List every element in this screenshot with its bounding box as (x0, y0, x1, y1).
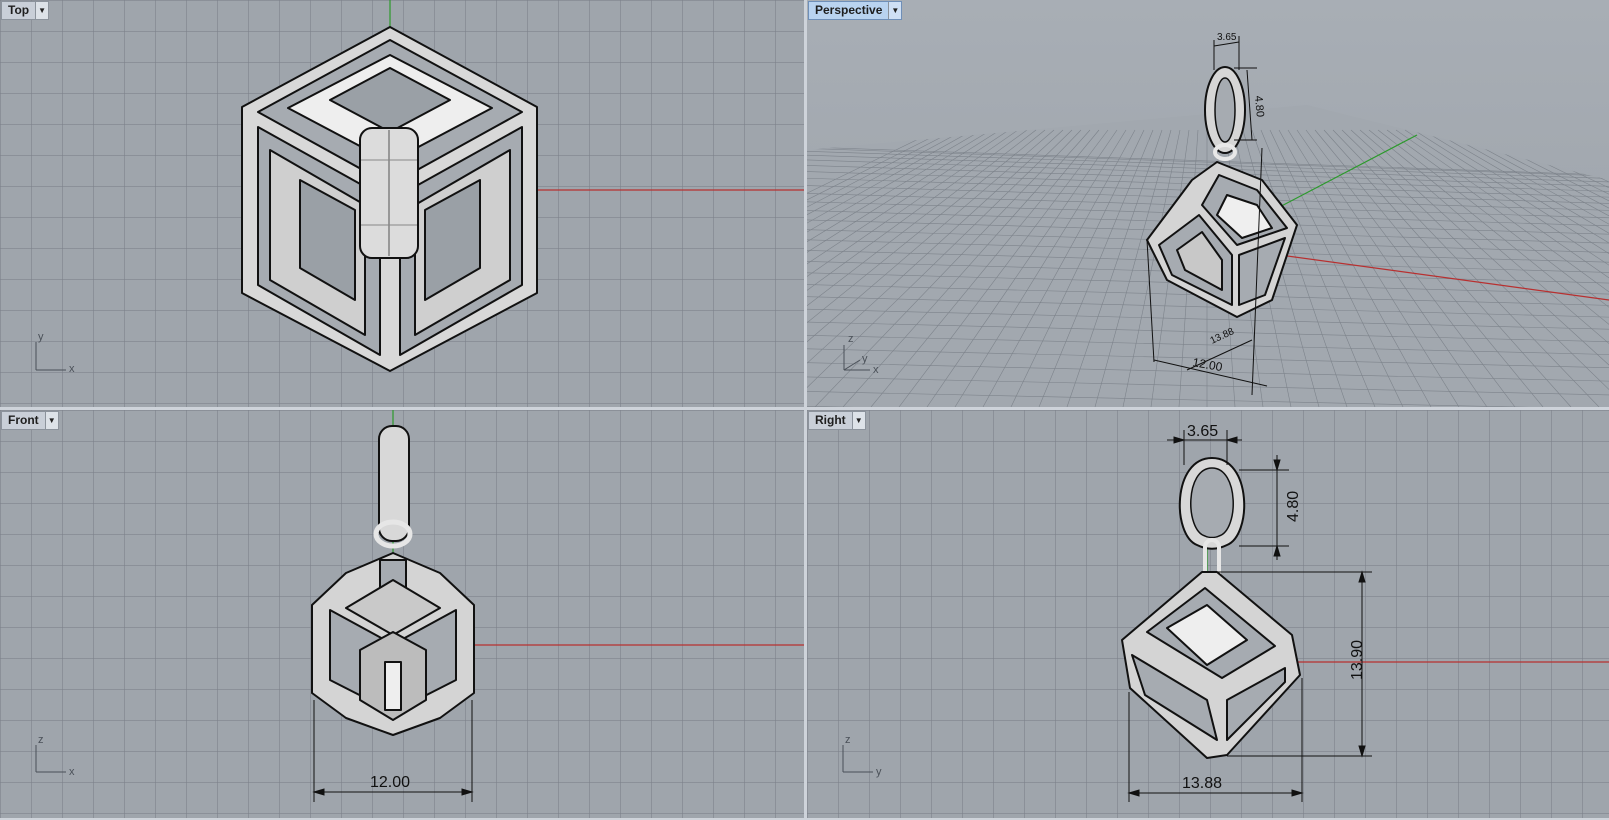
viewport-title-front[interactable]: Front ▼ (1, 411, 59, 430)
svg-text:13.90: 13.90 (1349, 640, 1366, 680)
viewport-title-label[interactable]: Top (2, 2, 35, 19)
viewport-top[interactable]: Top ▼ x y (0, 0, 804, 407)
top-view-model: x y (35, 0, 804, 375)
svg-text:x: x (873, 364, 879, 376)
svg-text:4.80: 4.80 (1285, 491, 1302, 522)
viewport-front[interactable]: Front ▼ 12.00 x z (0, 410, 804, 818)
viewport-title-label[interactable]: Right (809, 412, 852, 429)
svg-text:y: y (876, 766, 882, 778)
svg-text:z: z (848, 333, 854, 345)
viewport-title-perspective[interactable]: Perspective ▼ (808, 1, 903, 20)
svg-text:y: y (38, 331, 44, 343)
svg-text:3.65: 3.65 (1187, 423, 1218, 440)
viewport-perspective[interactable]: Perspective ▼ 3.65 4.80 13.88 12.00 x z … (807, 0, 1609, 407)
svg-text:3.65: 3.65 (1217, 32, 1237, 43)
svg-text:13.88: 13.88 (1209, 326, 1237, 347)
right-view-model: 3.65 4.80 13.90 13.88 y z (842, 423, 1609, 802)
svg-text:z: z (38, 734, 44, 746)
viewport-title-label[interactable]: Perspective (809, 2, 888, 19)
svg-text:x: x (69, 363, 75, 375)
chevron-down-icon[interactable]: ▼ (888, 2, 902, 19)
viewport-title-right[interactable]: Right ▼ (808, 411, 866, 430)
svg-text:x: x (69, 766, 75, 778)
svg-text:y: y (862, 353, 868, 365)
svg-text:z: z (845, 734, 851, 746)
chevron-down-icon[interactable]: ▼ (44, 412, 58, 429)
svg-text:4.80: 4.80 (1252, 95, 1266, 117)
viewport-title-top[interactable]: Top ▼ (1, 1, 50, 20)
svg-text:12.00: 12.00 (370, 774, 410, 791)
perspective-model: 3.65 4.80 13.88 12.00 x z y (843, 32, 1298, 396)
front-view-model: 12.00 x z (35, 410, 804, 802)
svg-text:13.88: 13.88 (1182, 775, 1222, 792)
chevron-down-icon[interactable]: ▼ (35, 2, 49, 19)
viewport-title-label[interactable]: Front (2, 412, 45, 429)
chevron-down-icon[interactable]: ▼ (851, 412, 865, 429)
svg-text:12.00: 12.00 (1191, 355, 1223, 374)
viewport-right[interactable]: Right ▼ 3.65 4.80 13.90 13.88 y z (807, 410, 1609, 818)
